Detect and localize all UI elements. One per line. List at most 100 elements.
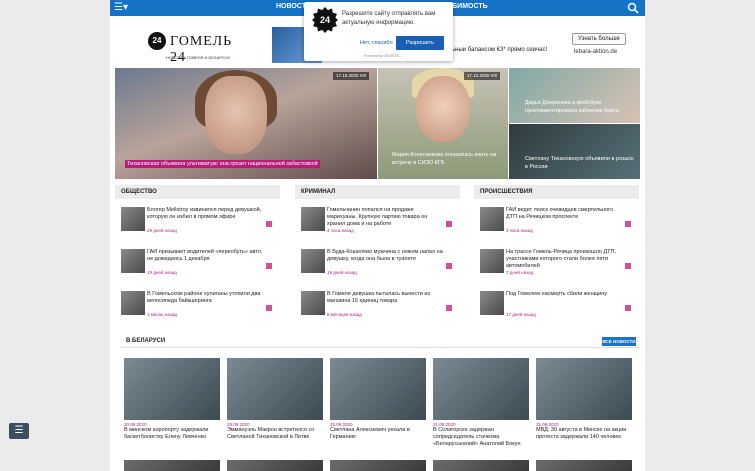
news-thumbnail: [301, 249, 325, 273]
news-title[interactable]: В Гомельском районе хулиганы утопили два…: [147, 291, 265, 305]
news-thumbnail: [480, 291, 504, 315]
hero-right-top-title: Дарья Домрачева в фейсбуке прокомментиро…: [525, 100, 619, 114]
list-item[interactable]: Гомельчанин попался на продаже марихуаны…: [295, 207, 460, 241]
list-item[interactable]: В Гомеле девушка пыталась вынести из маг…: [295, 291, 460, 325]
news-card-title[interactable]: В Солигорске задержан сопредседатель ста…: [433, 427, 529, 448]
comment-icon: [625, 221, 631, 227]
photo-face: [416, 76, 470, 142]
news-title[interactable]: Гомельчанин попался на продаже марихуаны…: [327, 207, 445, 228]
push-notification-popup: 24 Разрешите сайту отправлять вам актуал…: [304, 2, 453, 61]
list-item[interactable]: Под Гомелем насмерть сбили женщину 17 дне…: [474, 291, 639, 325]
news-thumbnail: [301, 207, 325, 231]
news-title[interactable]: ГАИ призывает водителей «переобуть» авто…: [147, 249, 265, 263]
hero-main-meta: 17.10.2020 ✉0: [333, 72, 370, 80]
news-card[interactable]: 31.08.2020 В Солигорске задержан сопредсе…: [433, 358, 529, 448]
news-card-image[interactable]: [536, 460, 632, 471]
column-heading[interactable]: ОБЩЕСТВО: [115, 185, 280, 199]
site-logo[interactable]: 24 ГОМЕЛЬ 24 НОВОСТИ ГОМЕЛЯ И БЕЛАРУСИ: [148, 30, 248, 65]
news-card[interactable]: 30.09.2020 В минском аэропорту задержали …: [124, 358, 220, 441]
comment-icon: [266, 305, 272, 311]
news-card[interactable]: 29.09.2020 Эммануэль Макрон встретился со…: [227, 358, 323, 441]
news-time: 7 дней назад: [506, 270, 534, 275]
list-item[interactable]: ГАИ ведет поиск очевидцев смертельного Д…: [474, 207, 639, 241]
news-card-title[interactable]: Светлана Алексиевич уехала в Германию: [330, 427, 426, 441]
list-item[interactable]: В Буда-Кошелево мужчина с ножом напал на…: [295, 249, 460, 283]
section-belarus: В БЕЛАРУСИ ВСЕ НОВОСТИ 30.09.2020 В минск…: [120, 334, 640, 471]
hero-mid-title: Мария Колесникова отказалась ехать на вс…: [392, 152, 497, 166]
news-card[interactable]: 31.08.2020 МВД: 30 августа в Минске на ак…: [536, 358, 632, 441]
news-time: 19 дней назад: [147, 228, 177, 233]
hero-right-bottom-story[interactable]: Светлану Тихановскую объявили в розыск в…: [509, 124, 640, 179]
news-time: 19 дней назад: [147, 270, 177, 275]
hero-main-title: Тихановская объявила ультиматум: она гро…: [125, 160, 320, 168]
column-incidents: ПРОИСШЕСТВИЯ ГАИ ведет поиск очевидцев с…: [474, 185, 639, 325]
list-item[interactable]: На трассе Гомель-Речица произошло ДТП, у…: [474, 249, 639, 283]
photo-face: [205, 76, 267, 154]
ad-domain: lebara-aktion.de: [574, 49, 618, 55]
news-title[interactable]: В Гомеле девушка пыталась вынести из маг…: [327, 291, 445, 305]
hero-mid-story[interactable]: 17.10.2020 ✉0 Мария Колесникова отказала…: [378, 68, 508, 179]
search-icon[interactable]: [627, 2, 639, 14]
news-title[interactable]: Блогер Mellstroy извинился перед девушко…: [147, 207, 265, 221]
news-time: 3 часа назад: [506, 228, 533, 233]
ad-learn-more-button[interactable]: Узнать больше: [572, 33, 626, 45]
logo-tagline: НОВОСТИ ГОМЕЛЯ И БЕЛАРУСИ: [166, 55, 230, 60]
brand-badge-icon: 24: [312, 7, 338, 33]
news-card[interactable]: 25.09.2020 Светлана Алексиевич уехала в Г…: [330, 358, 426, 441]
popup-powered-by: Powered by GRAVITEC: [364, 54, 402, 58]
news-thumbnail: [301, 291, 325, 315]
news-card-title[interactable]: В минском аэропорту задержали баскетболи…: [124, 427, 220, 441]
news-time: 8 месяцев назад: [327, 312, 362, 317]
menu-icon[interactable]: ☰▾: [114, 2, 140, 14]
comment-icon: [446, 305, 452, 311]
comment-icon: [266, 221, 272, 227]
hero-main-story[interactable]: Тихановская объявила ультиматум: она гро…: [115, 68, 377, 179]
logo-mark: 24: [148, 32, 166, 50]
news-card-image: [227, 358, 323, 420]
news-thumbnail: [121, 249, 145, 273]
news-time: 19 дней назад: [327, 270, 357, 275]
decline-button[interactable]: Нет, спасибо: [360, 40, 393, 46]
news-card-image: [536, 358, 632, 420]
hero-mid-meta: 17.10.2020 ✉0: [464, 72, 501, 80]
news-card-image[interactable]: [433, 460, 529, 471]
list-item[interactable]: ГАИ призывает водителей «переобуть» авто…: [115, 249, 280, 283]
comment-icon: [446, 263, 452, 269]
news-card-title[interactable]: Эммануэль Макрон встретился со Светланой…: [227, 427, 323, 441]
section-heading: В БЕЛАРУСИ ВСЕ НОВОСТИ: [120, 334, 640, 348]
list-toggle-icon[interactable]: ☰: [9, 423, 29, 439]
hero-news-grid: Тихановская объявила ультиматум: она гро…: [115, 68, 640, 179]
news-thumbnail: [121, 207, 145, 231]
news-time: 4 часа назад: [327, 228, 354, 233]
news-thumbnail: [480, 207, 504, 231]
news-title[interactable]: В Буда-Кошелево мужчина с ножом напал на…: [327, 249, 445, 263]
list-item[interactable]: Блогер Mellstroy извинился перед девушко…: [115, 207, 280, 241]
ad-text: ьныи балансом €3* прямо сеичас!: [452, 47, 548, 53]
logo-name: ГОМЕЛЬ 24: [170, 34, 233, 65]
all-news-button[interactable]: ВСЕ НОВОСТИ: [602, 337, 636, 346]
list-item[interactable]: В Гомельском районе хулиганы утопили два…: [115, 291, 280, 325]
column-crime: КРИМИНАЛ Гомельчанин попался на продаже …: [295, 185, 460, 325]
comment-icon: [266, 263, 272, 269]
section-title[interactable]: В БЕЛАРУСИ: [126, 338, 165, 344]
news-title[interactable]: ГАИ ведет поиск очевидцев смертельного Д…: [506, 207, 624, 221]
news-thumbnail: [121, 291, 145, 315]
news-card-image[interactable]: [330, 460, 426, 471]
news-time: 1 месяц назад: [147, 312, 177, 317]
column-heading[interactable]: КРИМИНАЛ: [295, 185, 460, 199]
column-society: ОБЩЕСТВО Блогер Mellstroy извинился пере…: [115, 185, 280, 325]
hero-right-bottom-title: Светлану Тихановскую объявили в розыск в…: [525, 156, 634, 170]
news-card-image[interactable]: [124, 460, 220, 471]
allow-button[interactable]: Разрешить: [396, 36, 444, 50]
news-title[interactable]: Под Гомелем насмерть сбили женщину: [506, 291, 624, 298]
news-card-image[interactable]: [227, 460, 323, 471]
news-card-title[interactable]: МВД: 30 августа в Минске на акции протес…: [536, 427, 632, 441]
news-title[interactable]: На трассе Гомель-Речица произошло ДТП, у…: [506, 249, 624, 270]
news-card-image: [124, 358, 220, 420]
column-heading[interactable]: ПРОИСШЕСТВИЯ: [474, 185, 639, 199]
hero-right-top-story[interactable]: Дарья Домрачева в фейсбуке прокомментиро…: [509, 68, 640, 123]
news-card-image: [330, 358, 426, 420]
comment-icon: [446, 221, 452, 227]
popup-message: Разрешите сайту отправлять вам актуальну…: [342, 11, 436, 26]
news-time: 17 дней назад: [506, 312, 536, 317]
